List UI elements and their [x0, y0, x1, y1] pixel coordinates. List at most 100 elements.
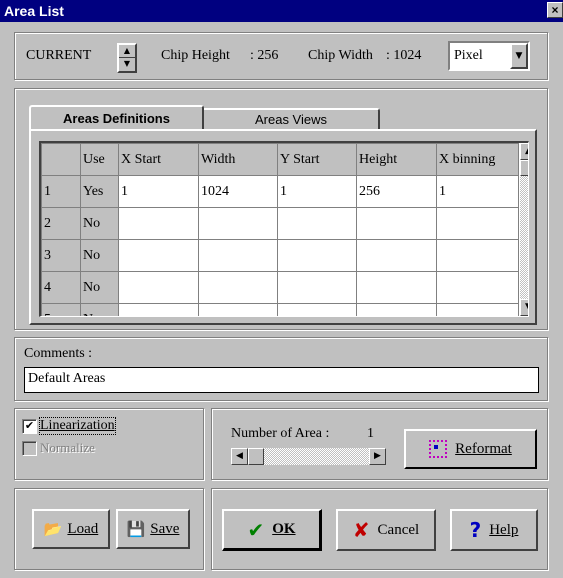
chip-width-value: : 1024 [386, 48, 422, 63]
cancel-x-icon: ✘ [352, 518, 370, 542]
x-binning-cell[interactable] [436, 239, 519, 272]
height-cell[interactable] [356, 239, 437, 272]
y-start-cell[interactable] [277, 303, 357, 316]
save-label: Save [150, 520, 180, 537]
width-cell[interactable] [198, 207, 278, 240]
row-number[interactable]: 3 [41, 239, 81, 272]
width-cell[interactable] [198, 239, 278, 272]
cancel-label: Cancel [377, 521, 420, 538]
scroll-thumb[interactable] [520, 160, 528, 176]
row-number[interactable]: 5 [41, 303, 81, 316]
cancel-button[interactable]: ✘ Cancel [336, 509, 436, 551]
column-header-y-start[interactable]: Y Start [277, 143, 357, 176]
x-start-cell[interactable] [118, 239, 199, 272]
tab-areas-views-label: Areas Views [254, 112, 327, 127]
normalize-label: Normalize [40, 440, 95, 455]
y-start-cell[interactable] [277, 239, 357, 272]
width-cell[interactable] [198, 303, 278, 316]
grid-vertical-scrollbar[interactable]: ▲ ▼ [520, 143, 528, 316]
reformat-label: Reformat [455, 440, 512, 457]
load-label: Load [67, 520, 99, 537]
unit-select[interactable]: Pixel ▼ [448, 41, 530, 71]
y-start-cell[interactable] [277, 271, 357, 304]
x-binning-cell[interactable] [436, 303, 519, 316]
comments-input[interactable]: Default Areas [24, 367, 539, 393]
comments-label: Comments : [24, 346, 93, 361]
height-cell[interactable] [356, 271, 437, 304]
height-cell[interactable]: 256 [356, 175, 437, 208]
x-start-cell[interactable] [118, 271, 199, 304]
use-cell[interactable]: Yes [80, 175, 119, 208]
column-header-use[interactable]: Use [80, 143, 119, 176]
corner-header-cell [41, 143, 81, 176]
unit-select-value: Pixel [454, 48, 483, 63]
tab-areas-definitions-label: Areas Definitions [63, 110, 170, 126]
chip-height-value: : 256 [250, 48, 279, 63]
window-titlebar: Area List [0, 0, 563, 22]
scroll-down-icon[interactable]: ▼ [520, 299, 528, 316]
comments-input-value: Default Areas [28, 371, 106, 386]
check-icon[interactable]: ✔ [22, 418, 37, 434]
column-header-x-start[interactable]: X Start [118, 143, 199, 176]
help-icon: ? [469, 518, 482, 542]
linearization-checkbox[interactable]: ✔ Linearization [22, 417, 116, 435]
help-button[interactable]: ? Help [450, 509, 538, 551]
areas-grid: Use X Start Width Y Start Height X binni… [39, 141, 529, 317]
scroll-up-icon[interactable]: ▲ [520, 143, 528, 160]
checkbox-box[interactable] [22, 440, 37, 456]
ok-button[interactable]: ✔ OK [222, 509, 322, 551]
row-number[interactable]: 2 [41, 207, 81, 240]
load-button[interactable]: 📂 Load [32, 509, 110, 549]
table-row: 1 Yes 1 1024 1 256 1 [41, 175, 519, 208]
table-row: 5 No [41, 303, 519, 316]
row-number[interactable]: 1 [41, 175, 81, 208]
scroll-right-icon[interactable]: ▶ [369, 448, 386, 465]
height-cell[interactable] [356, 207, 437, 240]
ok-label: OK [272, 521, 296, 537]
y-start-cell[interactable]: 1 [277, 175, 357, 208]
reformat-button[interactable]: Reformat [404, 429, 537, 469]
width-cell[interactable]: 1024 [198, 175, 278, 208]
x-binning-cell[interactable] [436, 271, 519, 304]
x-start-cell[interactable] [118, 303, 199, 316]
areas-table: Use X Start Width Y Start Height X binni… [41, 143, 519, 316]
area-count-label: Number of Area : [231, 426, 330, 441]
column-header-height[interactable]: Height [356, 143, 437, 176]
window-title: Area List [4, 3, 64, 19]
column-header-width[interactable]: Width [198, 143, 278, 176]
x-binning-cell[interactable]: 1 [436, 175, 519, 208]
chip-width-label: Chip Width [308, 48, 373, 63]
spin-up-icon[interactable]: ▲ [119, 45, 135, 57]
normalize-checkbox[interactable]: Normalize [22, 440, 95, 456]
linearization-label: Linearization [39, 417, 116, 435]
save-icon: 💾 [126, 520, 146, 538]
column-header-x-binning[interactable]: X binning [436, 143, 519, 176]
use-cell[interactable]: No [80, 271, 119, 304]
use-cell[interactable]: No [80, 303, 119, 316]
height-cell[interactable] [356, 303, 437, 316]
close-icon: × [551, 3, 559, 17]
use-cell[interactable]: No [80, 207, 119, 240]
table-row: 2 No [41, 207, 519, 240]
close-button[interactable]: × [547, 2, 563, 18]
mode-spinner[interactable]: ▲ ▼ [117, 43, 137, 73]
width-cell[interactable] [198, 271, 278, 304]
x-start-cell[interactable]: 1 [118, 175, 199, 208]
x-binning-cell[interactable] [436, 207, 519, 240]
scroll-left-icon[interactable]: ◀ [231, 448, 248, 465]
area-count-scrollbar[interactable]: ◀ ▶ [231, 448, 386, 465]
save-button[interactable]: 💾 Save [116, 509, 190, 549]
scroll-thumb[interactable] [248, 448, 264, 465]
dropdown-arrow-icon[interactable]: ▼ [510, 43, 528, 69]
table-row: 4 No [41, 271, 519, 304]
use-cell[interactable]: No [80, 239, 119, 272]
tab-areas-views[interactable]: Areas Views [204, 108, 380, 129]
load-icon: 📂 [43, 520, 63, 538]
checkmark-icon: ✔ [247, 517, 265, 542]
help-label: Help [489, 521, 519, 538]
y-start-cell[interactable] [277, 207, 357, 240]
row-number[interactable]: 4 [41, 271, 81, 304]
x-start-cell[interactable] [118, 207, 199, 240]
tab-areas-definitions[interactable]: Areas Definitions [29, 105, 204, 129]
spin-down-icon[interactable]: ▼ [119, 58, 135, 70]
